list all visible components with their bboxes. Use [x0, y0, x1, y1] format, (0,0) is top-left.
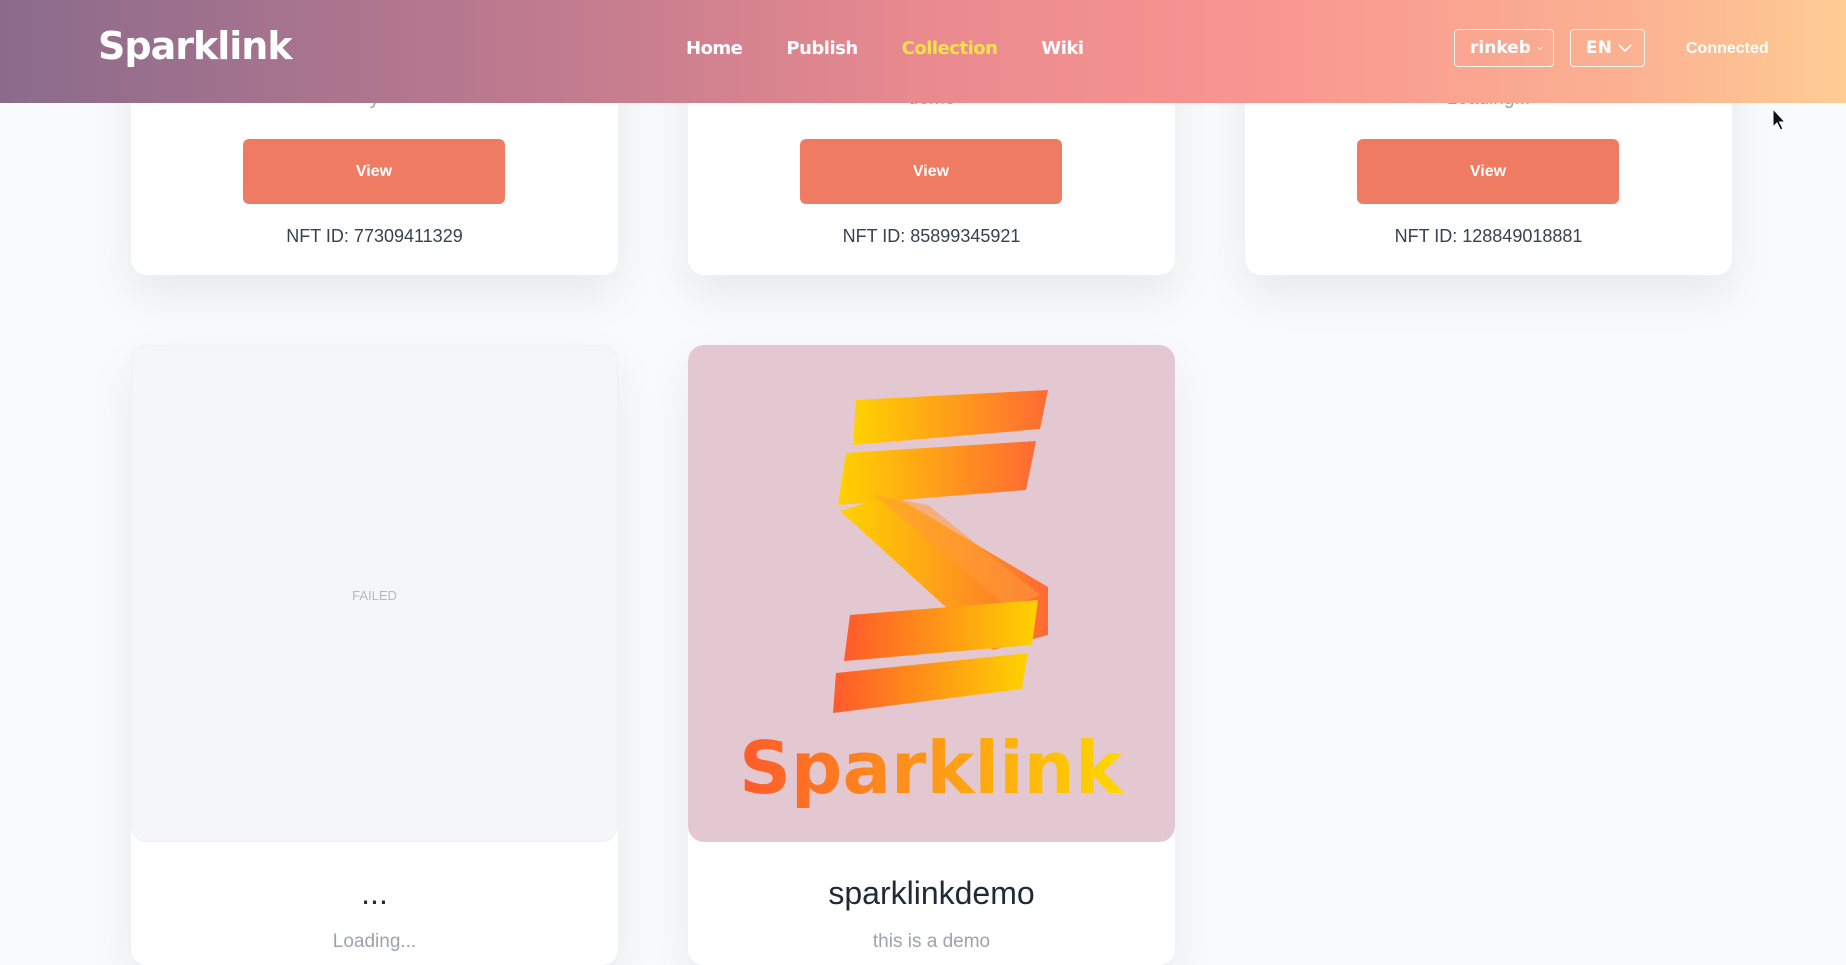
nft-image-placeholder[interactable]: FAILED [131, 345, 618, 842]
language-select-value: EN [1586, 38, 1612, 58]
card-title: sparklinkdemo [828, 875, 1035, 911]
nft-image[interactable]: Sparklink [688, 345, 1175, 842]
brand-logo[interactable]: Sparklink [98, 24, 293, 68]
top-header: Sparklink Home Publish Collection Wiki r… [0, 0, 1846, 103]
image-failed-label: FAILED [352, 588, 397, 603]
network-select[interactable]: rinkeb [1454, 29, 1554, 67]
image-brand-text: Sparklink [739, 726, 1125, 810]
nft-id: NFT ID: 77309411329 [286, 226, 463, 246]
nft-id: NFT ID: 128849018881 [1394, 226, 1583, 246]
nav-home[interactable]: Home [686, 38, 743, 59]
brand-name: Sparklink [98, 24, 293, 68]
chevron-down-icon [1537, 46, 1543, 50]
chevron-down-icon [1618, 43, 1632, 52]
nav-collection[interactable]: Collection [902, 38, 998, 59]
view-button[interactable]: View [1357, 139, 1619, 204]
network-select-value: rinkeb [1470, 38, 1531, 58]
nft-card: FAILED ... Loading... [131, 345, 618, 965]
nft-card: Sparklink sparklinkdemo this is a demo [688, 345, 1175, 965]
view-button[interactable]: View [800, 139, 1062, 204]
view-button[interactable]: View [243, 139, 505, 204]
mouse-cursor-icon [1772, 108, 1787, 131]
wallet-status[interactable]: Connected [1686, 40, 1769, 58]
card-title: ... [361, 875, 388, 911]
sparklink-logo-image: Sparklink [739, 390, 1125, 810]
main-nav: Home Publish Collection Wiki [686, 38, 1084, 59]
language-select[interactable]: EN [1570, 29, 1645, 67]
nav-publish[interactable]: Publish [786, 38, 858, 59]
nav-wiki[interactable]: Wiki [1041, 38, 1084, 59]
nft-id: NFT ID: 85899345921 [842, 226, 1021, 246]
